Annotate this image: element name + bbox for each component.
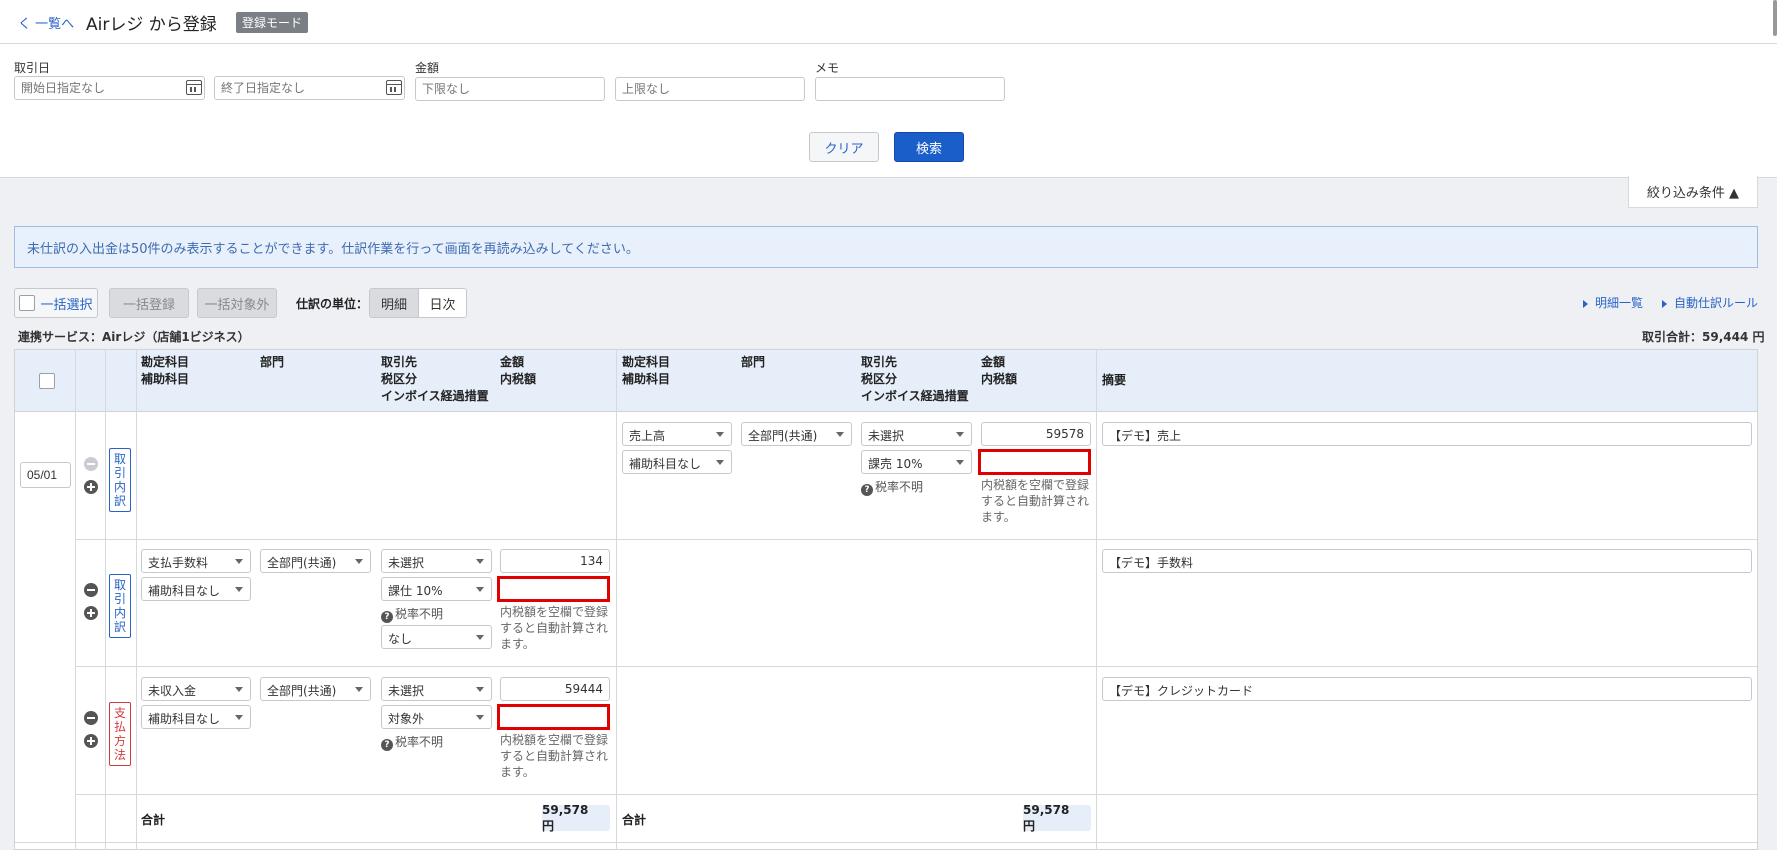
memo-input[interactable] [815, 77, 1005, 101]
notice-banner: 未仕訳の入出金は50件のみ表示することができます。仕訳作業を行って画面を再読み込… [14, 226, 1758, 268]
auto-calc-hint: 内税額を空欄で登録すると自動計算されます。 [500, 605, 609, 651]
memo-field[interactable]: 【デモ】手数料 [1102, 549, 1752, 573]
tax-class-select[interactable]: 課売 10% [861, 450, 972, 474]
start-date-input[interactable] [14, 76, 205, 100]
tax-incl-input[interactable] [497, 576, 610, 602]
add-row-icon[interactable] [84, 734, 98, 748]
end-date-input[interactable] [214, 76, 405, 100]
partner-select[interactable]: 未選択 [861, 422, 972, 446]
table-header: 勘定科目 補助科目 部門 取引先 税区分 インボイス経過措置 金額 内税額 勘定科目 補助… [15, 350, 1757, 412]
select-all-checkbox[interactable] [19, 295, 36, 311]
calendar-icon[interactable] [186, 80, 202, 95]
amount-input[interactable]: 134 [500, 549, 610, 573]
remove-row-icon[interactable] [84, 583, 98, 597]
col-account: 勘定科目 補助科目 [141, 355, 190, 386]
total-label-credit: 合計 [622, 813, 647, 827]
date-label: 取引日 [14, 61, 51, 75]
date-input[interactable] [20, 462, 71, 488]
triangle-right-icon [1583, 299, 1588, 308]
bulk-register-button[interactable]: 一括登録 [109, 288, 189, 318]
search-button[interactable]: 検索 [894, 132, 964, 162]
question-icon[interactable]: ? [381, 739, 393, 751]
col-dept-credit: 部門 [741, 355, 766, 369]
remove-row-icon[interactable] [84, 711, 98, 725]
memo-field[interactable]: 【デモ】クレジットカード [1102, 677, 1752, 701]
unit-daily-toggle[interactable]: 日次 [418, 288, 467, 318]
back-to-list-link[interactable]: く 一覧へ [18, 13, 74, 32]
invoice-select[interactable]: なし [381, 625, 492, 649]
page-header: く 一覧へ Airレジ から登録 登録モード [0, 0, 1777, 44]
dept-select[interactable]: 全部門(共通) [260, 549, 371, 573]
memo-field[interactable]: 【デモ】売上 [1102, 422, 1752, 446]
bulk-exclude-button[interactable]: 一括対象外 [197, 288, 277, 318]
account-select[interactable]: 売上高 [622, 422, 732, 446]
tax-class-select[interactable]: 対象外 [381, 705, 492, 729]
col-account-credit: 勘定科目 補助科目 [622, 355, 671, 386]
auto-calc-hint: 内税額を空欄で登録すると自動計算されます。 [981, 478, 1090, 524]
tax-unknown-note: ? 税率不明 [381, 733, 443, 751]
dept-select[interactable]: 全部門(共通) [741, 422, 852, 446]
tax-class-select[interactable]: 課仕 10% [381, 577, 492, 601]
clear-button[interactable]: クリア [809, 132, 879, 162]
tax-incl-input[interactable] [497, 704, 610, 730]
sub-account-select[interactable]: 補助科目なし [141, 705, 251, 729]
journal-table: 勘定科目 補助科目 部門 取引先 税区分 インボイス経過措置 金額 内税額 勘定科目 補助… [14, 349, 1758, 850]
memo-label: メモ [815, 61, 840, 75]
row-tag: 取引内訳 [109, 574, 131, 638]
row-tag: 取引内訳 [109, 448, 131, 512]
narrow-conditions-toggle[interactable]: 絞り込み条件 ▲ [1628, 176, 1758, 208]
tax-unknown-note: ? 税率不明 [861, 478, 923, 496]
col-memo: 摘要 [1102, 373, 1127, 387]
col-partner: 取引先 税区分 インボイス経過措置 [381, 355, 489, 403]
sub-account-select[interactable]: 補助科目なし [622, 450, 732, 474]
account-select[interactable]: 支払手数料 [141, 549, 251, 573]
partner-select[interactable]: 未選択 [381, 549, 492, 573]
col-dept: 部門 [260, 355, 285, 369]
col-partner-credit: 取引先 税区分 インボイス経過措置 [861, 355, 969, 403]
account-select[interactable]: 未収入金 [141, 677, 251, 701]
select-all-button[interactable]: 一括選択 [14, 288, 98, 318]
partner-select[interactable]: 未選択 [381, 677, 492, 701]
col-amount: 金額 内税額 [500, 355, 537, 386]
scrollbar-thumb[interactable] [1773, 0, 1777, 36]
tax-unknown-note: ? 税率不明 [381, 605, 443, 623]
header-checkbox[interactable] [39, 373, 55, 389]
dept-select[interactable]: 全部門(共通) [260, 677, 371, 701]
amount-label: 金額 [415, 61, 440, 75]
triangle-right-icon [1662, 299, 1667, 308]
calendar-icon[interactable] [386, 80, 402, 95]
add-row-icon[interactable] [84, 480, 98, 494]
service-label: 連携サービス：Airレジ（店舗1ビジネス） [18, 330, 250, 344]
total-label-debit: 合計 [141, 813, 166, 827]
detail-list-link[interactable]: 明細一覧 [1583, 294, 1643, 311]
total-debit: 59,578円 [542, 803, 610, 833]
amount-input[interactable]: 59578 [981, 422, 1091, 446]
trade-total: 取引合計：59,444 円 [1642, 330, 1765, 344]
unit-label: 仕訳の単位： [296, 297, 369, 311]
question-icon[interactable]: ? [861, 484, 873, 496]
tax-incl-input[interactable] [978, 449, 1091, 475]
add-row-icon[interactable] [84, 606, 98, 620]
row-tag: 支払方法 [109, 702, 131, 766]
amount-input[interactable]: 59444 [500, 677, 610, 701]
mode-badge: 登録モード [236, 12, 309, 33]
auto-calc-hint: 内税額を空欄で登録すると自動計算されます。 [500, 733, 609, 779]
amount-min-input[interactable] [415, 77, 605, 101]
remove-row-icon[interactable] [84, 457, 98, 471]
auto-rule-link[interactable]: 自動仕訳ルール [1662, 294, 1758, 311]
select-all-label: 一括選択 [40, 297, 93, 313]
col-amount-credit: 金額 内税額 [981, 355, 1018, 386]
filter-panel: 取引日 金額 メモ クリア 検索 [0, 44, 1777, 178]
unit-detail-toggle[interactable]: 明細 [369, 288, 419, 318]
page-title: Airレジ から登録 [86, 15, 217, 35]
total-credit: 59,578円 [1023, 803, 1091, 833]
amount-max-input[interactable] [615, 77, 805, 101]
sub-account-select[interactable]: 補助科目なし [141, 577, 251, 601]
question-icon[interactable]: ? [381, 611, 393, 623]
